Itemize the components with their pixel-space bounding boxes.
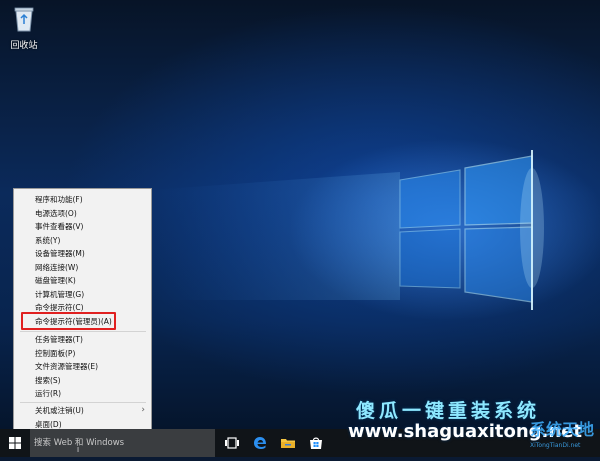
file-explorer-icon[interactable] xyxy=(280,435,296,451)
menu-separator xyxy=(20,402,146,403)
text-cursor-icon: I xyxy=(77,446,80,454)
recycle-bin[interactable]: 回收站 xyxy=(6,6,42,51)
menu-item-computer-management[interactable]: 计算机管理(G) xyxy=(14,288,151,301)
menu-item-event-viewer[interactable]: 事件查看器(V) xyxy=(14,220,151,233)
menu-separator xyxy=(20,331,146,332)
store-icon[interactable] xyxy=(308,435,324,451)
menu-item-search[interactable]: 搜索(S) xyxy=(14,374,151,387)
highlight-box xyxy=(21,312,116,330)
menu-item-file-explorer[interactable]: 文件资源管理器(E) xyxy=(14,360,151,373)
task-view-icon[interactable] xyxy=(224,435,240,451)
winx-menu: 程序和功能(F) 电源选项(O) 事件查看器(V) 系统(Y) 设备管理器(M)… xyxy=(13,188,152,431)
menu-item-control-panel[interactable]: 控制面板(P) xyxy=(14,347,151,360)
logo-text: 系统天地 xyxy=(530,420,595,439)
menu-item-system[interactable]: 系统(Y) xyxy=(14,234,151,247)
menu-item-programs[interactable]: 程序和功能(F) xyxy=(14,193,151,206)
start-button[interactable] xyxy=(0,429,30,457)
menu-item-task-manager[interactable]: 任务管理器(T) xyxy=(14,333,151,346)
menu-item-network-connections[interactable]: 网络连接(W) xyxy=(14,261,151,274)
taskbar-search-box[interactable]: 搜索 Web 和 Windows I xyxy=(30,429,215,457)
recycle-bin-label: 回收站 xyxy=(10,41,38,51)
recycle-bin-icon xyxy=(14,7,34,32)
menu-item-power-options[interactable]: 电源选项(O) xyxy=(14,207,151,220)
menu-item-shutdown-label: 关机或注销(U) xyxy=(35,406,84,415)
edge-icon[interactable] xyxy=(252,435,268,451)
chevron-right-icon: › xyxy=(141,405,145,415)
menu-item-shutdown[interactable]: 关机或注销(U) › xyxy=(14,404,151,417)
windows-start-icon xyxy=(9,437,21,449)
menu-item-disk-management[interactable]: 磁盘管理(K) xyxy=(14,274,151,287)
watermark-title: 傻瓜一键重装系统 xyxy=(356,400,541,422)
menu-item-run[interactable]: 运行(R) xyxy=(14,387,151,400)
logo-subtext: XiTongTianDi.net xyxy=(530,442,581,449)
menu-item-device-manager[interactable]: 设备管理器(M) xyxy=(14,247,151,260)
site-logo: 系统天地 XiTongTianDi.net xyxy=(520,412,598,456)
